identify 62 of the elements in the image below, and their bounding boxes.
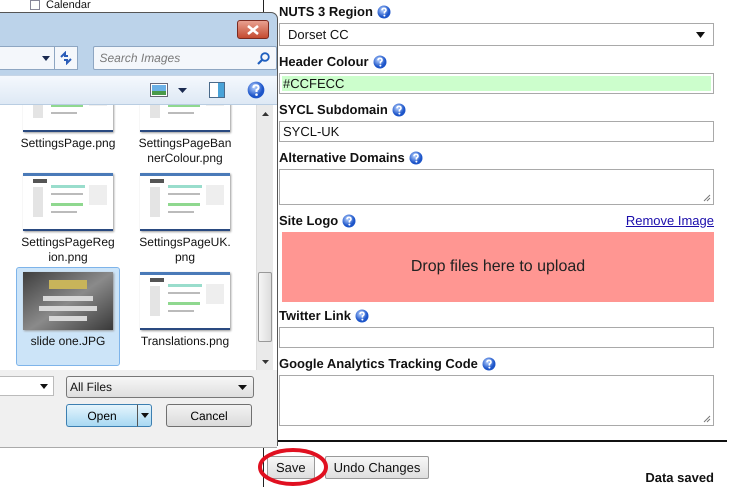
- file-item[interactable]: SettingsPageRegion.png: [16, 168, 120, 267]
- caret-icon: [238, 384, 247, 390]
- input-field[interactable]: [279, 327, 714, 348]
- caret-icon: [178, 88, 187, 92]
- field-label: Twitter Link: [279, 308, 351, 324]
- resize-grip-icon: [703, 194, 711, 202]
- input-field[interactable]: SYCL-UK: [279, 121, 714, 142]
- file-item[interactable]: SettingsPageBannerColour.png: [132, 105, 238, 168]
- help-icon[interactable]: [376, 5, 391, 19]
- input-field[interactable]: #CCFECC: [279, 73, 714, 94]
- field-label: SYCL Subdomain: [279, 102, 388, 118]
- view-menu-button[interactable]: [178, 88, 187, 92]
- help-icon[interactable]: [372, 55, 387, 69]
- file-item[interactable]: SettingsPage.png: [16, 105, 120, 168]
- close-button[interactable]: [237, 20, 269, 39]
- view-button[interactable]: [150, 83, 168, 97]
- field-label: NUTS 3 Region: [279, 4, 373, 20]
- help-icon: [247, 81, 265, 99]
- field-label: Header Colour: [279, 54, 369, 70]
- expander-icon[interactable]: [30, 0, 40, 10]
- refresh-button[interactable]: [54, 46, 78, 70]
- file-item[interactable]: Translations.png: [132, 267, 238, 366]
- drop-zone[interactable]: Drop files here to upload: [282, 232, 714, 302]
- textarea-field[interactable]: [279, 169, 714, 205]
- field-label: Alternative Domains: [279, 150, 405, 166]
- refresh-icon: [58, 51, 72, 65]
- help-icon[interactable]: [354, 309, 369, 323]
- status-text: Data saved: [645, 468, 714, 486]
- help-icon[interactable]: [408, 151, 423, 165]
- file-type-combo[interactable]: All Files: [66, 376, 254, 398]
- field-label: Site Logo: [279, 213, 338, 229]
- caret-icon: [696, 32, 705, 38]
- caret-icon: [262, 360, 268, 364]
- help-icon[interactable]: [482, 357, 496, 371]
- search-box[interactable]: Search Images: [92, 46, 277, 70]
- open-menu-button[interactable]: [138, 404, 152, 427]
- search-field[interactable]: Search Images: [100, 49, 257, 67]
- image-view-icon: [150, 83, 168, 97]
- caret-icon: [42, 56, 50, 60]
- help-icon[interactable]: [342, 214, 356, 228]
- preview-pane-button[interactable]: [209, 82, 225, 98]
- open-button[interactable]: Open: [66, 404, 138, 427]
- help-button[interactable]: [247, 81, 265, 99]
- help-icon[interactable]: [392, 103, 406, 117]
- textarea-field[interactable]: [279, 375, 714, 426]
- region-select[interactable]: Dorset CC: [279, 23, 714, 46]
- sidebar-item[interactable]: Calendar: [46, 0, 91, 11]
- resize-grip-icon: [703, 415, 711, 423]
- caret-icon: [140, 413, 148, 418]
- remove-image-link[interactable]: Remove Image: [626, 213, 714, 229]
- field-label: Google Analytics Tracking Code: [279, 356, 478, 372]
- search-icon: [257, 52, 270, 64]
- preview-pane-icon: [209, 82, 225, 98]
- caret-icon: [262, 112, 268, 116]
- scroll-thumb[interactable]: [258, 272, 272, 342]
- undo-changes-button[interactable]: Undo Changes: [324, 456, 430, 479]
- close-icon: [247, 24, 259, 34]
- caret-icon: [40, 384, 48, 388]
- file-item[interactable]: slide one.JPG: [16, 267, 120, 366]
- save-button[interactable]: Save: [267, 456, 315, 479]
- file-item[interactable]: SettingsPageUK.png: [132, 168, 238, 267]
- cancel-button[interactable]: Cancel: [166, 404, 252, 427]
